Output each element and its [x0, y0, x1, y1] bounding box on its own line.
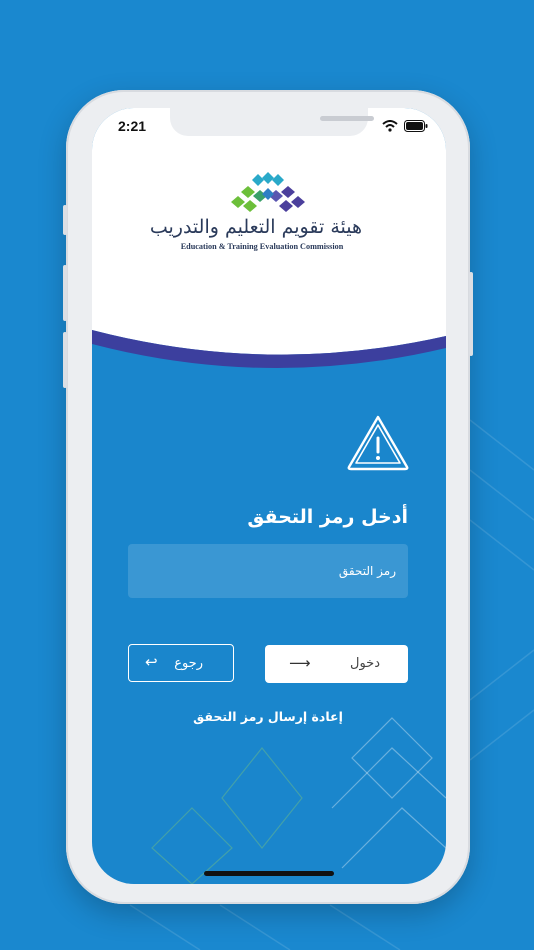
status-icons: [382, 120, 428, 132]
battery-icon: [404, 120, 428, 132]
app-screen: 2:21 هيئة تقويم التعليم والتدريب Educati…: [92, 108, 446, 884]
page-title: أدخل رمز التحقق: [247, 506, 408, 528]
return-arrow-icon: ↩: [145, 653, 158, 671]
back-button[interactable]: ↩ رجوع: [128, 644, 234, 682]
verification-code-input[interactable]: رمز التحقق: [128, 544, 408, 598]
status-time: 2:21: [118, 118, 147, 134]
phone-volume-down: [63, 332, 67, 388]
login-button[interactable]: ⟶ دخول: [265, 645, 408, 683]
logo-name-arabic: هيئة تقويم التعليم والتدريب: [149, 216, 362, 238]
phone-power-button: [469, 272, 473, 356]
commission-logo-icon: [231, 172, 305, 212]
warning-triangle-icon: [347, 415, 409, 471]
login-button-label: دخول: [350, 656, 380, 671]
logo-name-english: Education & Training Evaluation Commissi…: [180, 242, 344, 251]
speaker-grille: [320, 116, 374, 121]
header-wave: [92, 108, 446, 369]
wifi-icon: [382, 120, 398, 132]
phone-notch: [170, 108, 374, 136]
phone-mute-switch: [63, 205, 67, 235]
phone-volume-up: [63, 265, 67, 321]
arrow-right-icon: ⟶: [289, 654, 311, 672]
home-indicator[interactable]: [204, 871, 334, 876]
back-button-label: رجوع: [174, 656, 203, 671]
resend-code-link[interactable]: إعادة إرسال رمز التحقق: [168, 709, 368, 724]
verification-code-placeholder: رمز التحقق: [338, 564, 396, 578]
